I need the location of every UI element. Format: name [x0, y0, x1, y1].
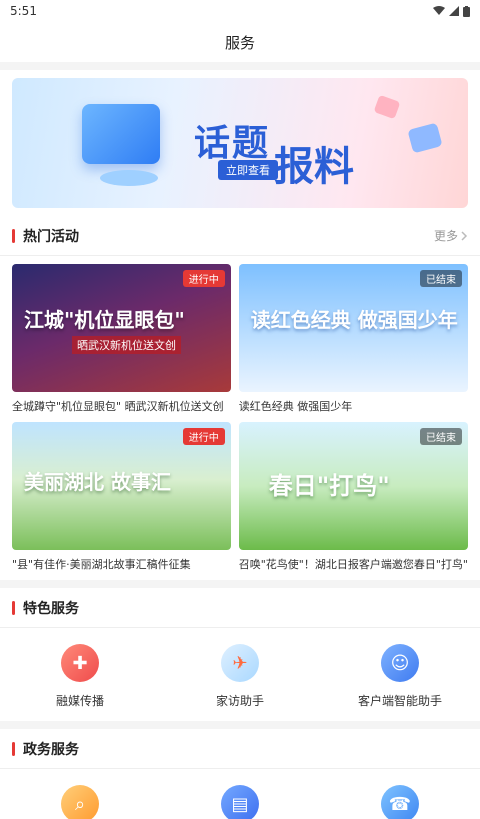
section-marker [12, 741, 15, 756]
status-time: 5:51 [10, 4, 37, 18]
status-bar: 5:51 [0, 0, 480, 22]
activity-image: 春日"打鸟" 已结束 [238, 422, 468, 550]
banner-section: 话题 报料 立即查看 [0, 70, 480, 216]
banner-title-a: 话题 [194, 123, 271, 164]
status-badge: 进行中 [182, 428, 225, 445]
gov-service-item[interactable]: ☎ [330, 785, 470, 819]
topic-report-banner[interactable]: 话题 报料 立即查看 [12, 78, 468, 208]
section-marker [12, 600, 15, 615]
activity-grid: 江城"机位显眼包" 晒武汉新机位送文创 进行中 全城蹲守"机位显眼包" 晒武汉新… [0, 256, 480, 580]
activity-title: "县"有佳作·美丽湖北故事汇稿件征集 [12, 558, 191, 571]
banner-title-b: 报料 [274, 144, 354, 190]
signal-icon [449, 6, 459, 16]
activity-title: 召唤"花鸟使"！湖北日报客户端邀您春日"打鸟" [238, 558, 468, 571]
hot-activities-header: 热门活动 更多 [0, 216, 480, 256]
section-marker [12, 228, 15, 243]
gov-services-section: 政务服务 ⌕ ▤ ☎ [0, 729, 480, 819]
hotline-12315-icon: ☎ [381, 785, 419, 819]
section-title: 特色服务 [23, 600, 79, 617]
monitor-illustration [82, 104, 160, 164]
activity-card[interactable]: 美丽湖北 故事汇 进行中 "县"有佳作·美丽湖北故事汇稿件征集 [12, 422, 231, 572]
status-badge: 已结束 [420, 428, 462, 445]
status-badge: 进行中 [182, 270, 225, 287]
hot-activities-section: 热门活动 更多 江城"机位显眼包" 晒武汉新机位送文创 进行中 全城蹲守"机位显… [0, 216, 480, 580]
page-title: 服务 [224, 33, 255, 52]
activity-card[interactable]: 读红色经典 做强国少年 已结束 读红色经典 做强国少年 [238, 264, 468, 414]
battery-icon [463, 5, 470, 17]
status-icons [433, 5, 470, 17]
banner-view-now[interactable]: 立即查看 [218, 160, 278, 180]
chevron-right-icon [461, 230, 468, 241]
app-bar: 服务 [0, 22, 480, 62]
broadcast-icon: ✚ [61, 644, 99, 682]
gov-service-item[interactable]: ▤ [170, 785, 310, 819]
wifi-icon [433, 6, 445, 15]
gov-service-item[interactable]: ⌕ [10, 785, 150, 819]
activity-image: 读红色经典 做强国少年 已结束 [238, 264, 468, 392]
gov-services-list: ⌕ ▤ ☎ [0, 769, 480, 819]
section-title: 热门活动 [23, 228, 79, 245]
status-badge: 已结束 [420, 270, 462, 287]
more-link[interactable]: 更多 [434, 227, 468, 244]
gov-services-header: 政务服务 [0, 729, 480, 769]
activity-title: 全城蹲守"机位显眼包" 晒武汉新机位送文创 [12, 400, 224, 413]
section-title: 政务服务 [23, 741, 79, 758]
service-item-media[interactable]: ✚ 融媒传播 [10, 644, 150, 709]
activity-title: 读红色经典 做强国少年 [238, 400, 353, 413]
activity-image: 美丽湖北 故事汇 进行中 [12, 422, 231, 550]
featured-services-list: ✚ 融媒传播 ✈ 家访助手 ☺ 客户端智能助手 [0, 628, 480, 721]
document-icon: ▤ [221, 785, 259, 819]
chat-bubble-icon [407, 122, 443, 154]
robot-icon: ☺ [381, 644, 419, 682]
service-item-smart-assistant[interactable]: ☺ 客户端智能助手 [330, 644, 470, 709]
swallow-icon: ✈ [221, 644, 259, 682]
featured-services-section: 特色服务 ✚ 融媒传播 ✈ 家访助手 ☺ 客户端智能助手 [0, 588, 480, 721]
activity-card[interactable]: 江城"机位显眼包" 晒武汉新机位送文创 进行中 全城蹲守"机位显眼包" 晒武汉新… [12, 264, 231, 414]
service-item-home-visit[interactable]: ✈ 家访助手 [170, 644, 310, 709]
activity-card[interactable]: 春日"打鸟" 已结束 召唤"花鸟使"！湖北日报客户端邀您春日"打鸟" [238, 422, 468, 572]
search-doc-icon: ⌕ [61, 785, 99, 819]
activity-image: 江城"机位显眼包" 晒武汉新机位送文创 进行中 [12, 264, 231, 392]
chat-bubble-icon [373, 94, 401, 120]
featured-services-header: 特色服务 [0, 588, 480, 628]
